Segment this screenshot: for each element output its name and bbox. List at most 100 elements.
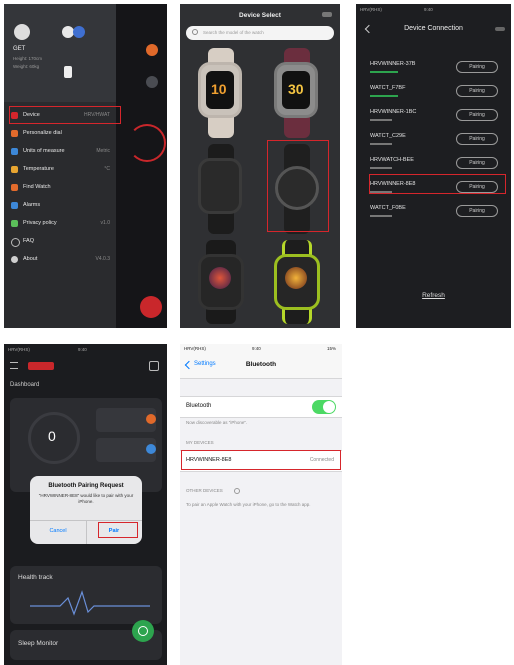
device-select-screen: Device Select Search the model of the wa… xyxy=(180,4,340,328)
menu-label: Units of measure xyxy=(23,148,65,154)
side-drawer: GET Height: 170cm Weight: 60kg Device HR… xyxy=(4,4,116,328)
more-icon[interactable] xyxy=(495,27,505,31)
nav-bar: Settings Bluetooth xyxy=(180,354,342,379)
pairing-button[interactable]: Pairing xyxy=(456,61,498,73)
device-row: HRVWATCH-BEE Pairing xyxy=(370,155,498,173)
footer-text: To pair an Apple Watch with your iPhone,… xyxy=(186,502,311,507)
device-row: WATCT_F0BE Pairing xyxy=(370,203,498,221)
watch-face-time: 30 xyxy=(288,81,304,97)
status-bar: HRV(RHS) 9:40 15% xyxy=(180,344,342,354)
share-icon[interactable] xyxy=(149,361,159,371)
cancel-button[interactable]: Cancel xyxy=(30,528,86,534)
watch-face-time: 10 xyxy=(211,81,227,97)
device-row: HRVWINNER-37B Pairing xyxy=(370,59,498,77)
dashboard-background xyxy=(116,4,167,328)
bluetooth-toggle-row: Bluetooth xyxy=(180,396,342,418)
fab-button[interactable] xyxy=(132,620,154,642)
refresh-link[interactable]: Refresh xyxy=(356,292,511,299)
carrier-label: HRV(RHS) xyxy=(184,346,206,351)
dialog-body: "HRVWINNER-8E8" would like to pair with … xyxy=(38,493,134,504)
menu-item-find-watch[interactable]: Find Watch xyxy=(4,180,116,196)
pairing-button[interactable]: Pairing xyxy=(456,85,498,97)
signal-bar xyxy=(370,71,398,73)
signal-bar xyxy=(370,215,392,217)
watch-icon xyxy=(64,66,72,78)
pairing-button[interactable]: Pairing xyxy=(456,109,498,121)
alarm-icon xyxy=(11,202,18,209)
more-icon[interactable] xyxy=(322,12,332,17)
menu-label: Privacy policy xyxy=(23,220,57,226)
connected-device-highlight xyxy=(181,450,341,470)
menu-item-privacy[interactable]: Privacy policy v1.0 xyxy=(4,216,116,232)
pairing-button[interactable]: Pairing xyxy=(456,157,498,169)
flame-icon xyxy=(146,414,156,424)
carrier-label: HRV(RHS) xyxy=(360,7,382,12)
menu-item-temperature[interactable]: Temperature °C xyxy=(4,162,116,178)
menu-item-alarms[interactable]: Alarms xyxy=(4,198,116,214)
dialog-title: Bluetooth Pairing Request xyxy=(48,483,124,489)
thermometer-icon xyxy=(11,166,18,173)
status-bar: HRV(RHS) 9:40 xyxy=(356,4,511,16)
user-height: Height: 170cm xyxy=(13,56,43,61)
device-name: WATCT_C29E xyxy=(370,133,406,139)
pairing-button[interactable]: Pairing xyxy=(456,205,498,217)
signal-bar xyxy=(370,143,392,145)
bluetooth-toggle[interactable] xyxy=(312,400,336,414)
menu-label: About xyxy=(23,256,38,262)
dashboard-label: Dashboard xyxy=(10,382,40,388)
health-track-card[interactable]: Health track xyxy=(10,566,162,624)
heart-icon xyxy=(146,76,158,88)
refresh-icon xyxy=(138,626,148,636)
dial-icon xyxy=(11,130,18,137)
search-input[interactable]: Search the model of the watch xyxy=(186,26,334,40)
brand-logo xyxy=(62,24,86,40)
menu-item-faq[interactable]: FAQ xyxy=(4,234,116,250)
device-name: HRVWINNER-37B xyxy=(370,61,416,67)
search-placeholder: Search the model of the watch xyxy=(203,30,264,35)
highlight-box xyxy=(9,106,121,124)
device-name: WATCT_F0BE xyxy=(370,205,406,211)
avatar[interactable] xyxy=(14,24,30,40)
menu-icon[interactable] xyxy=(10,362,18,369)
selected-device-highlight xyxy=(369,174,506,194)
page-title: Bluetooth xyxy=(245,361,277,368)
ios-bluetooth-settings: HRV(RHS) 9:40 15% Settings Bluetooth Blu… xyxy=(180,344,342,665)
watch-option-black-square[interactable] xyxy=(190,144,252,234)
watch-option-black-sport[interactable] xyxy=(190,240,252,324)
menu-item-about[interactable]: About V4.0.3 xyxy=(4,252,116,268)
bluetooth-label: Bluetooth xyxy=(186,403,212,409)
page-title: Device Select xyxy=(239,12,281,19)
status-bar: HRV(RHS) 9:40 xyxy=(4,344,167,356)
menu-value: °C xyxy=(104,166,110,172)
signal-bar xyxy=(370,167,392,169)
signal-bar xyxy=(370,95,398,97)
user-weight: Weight: 60kg xyxy=(13,64,40,69)
watch-option-lime[interactable] xyxy=(266,240,328,324)
menu-item-personalize-dial[interactable]: Personalize dial xyxy=(4,126,116,142)
card-title: Sleep Monitor xyxy=(18,640,59,647)
ecg-wave-icon xyxy=(30,590,150,616)
device-row: WATCT_F7BF Pairing xyxy=(370,83,498,101)
status-time: 9:40 xyxy=(78,347,87,352)
orange-activity-icon xyxy=(146,44,158,56)
page-title: Device Connection xyxy=(404,25,463,32)
user-name: GET xyxy=(13,46,26,52)
watch-option-beige[interactable]: 10 xyxy=(190,48,252,138)
menu-label: Alarms xyxy=(23,202,41,208)
carrier-label: HRV(RHS) xyxy=(8,347,30,352)
pairing-dialog-screen: HRV(RHS) 9:40 Dashboard 0 Bluetooth Pair… xyxy=(4,344,167,665)
shield-icon xyxy=(11,220,18,227)
menu-label: Find Watch xyxy=(23,184,51,190)
add-button[interactable] xyxy=(140,296,162,318)
menu-value: v1.0 xyxy=(100,220,110,226)
pair-highlight xyxy=(98,522,138,538)
header-badge xyxy=(28,362,54,370)
device-connection-screen: HRV(RHS) 9:40 Device Connection HRVWINNE… xyxy=(356,4,511,328)
battery-label: 15% xyxy=(326,346,336,351)
status-time: 9:40 xyxy=(252,346,261,351)
menu-item-units[interactable]: Units of measure Metric xyxy=(4,144,116,160)
pairing-button[interactable]: Pairing xyxy=(456,133,498,145)
device-row: HRVWINNER-1BC Pairing xyxy=(370,107,498,125)
watch-option-plum[interactable]: 30 xyxy=(266,48,328,138)
question-icon xyxy=(11,238,20,247)
